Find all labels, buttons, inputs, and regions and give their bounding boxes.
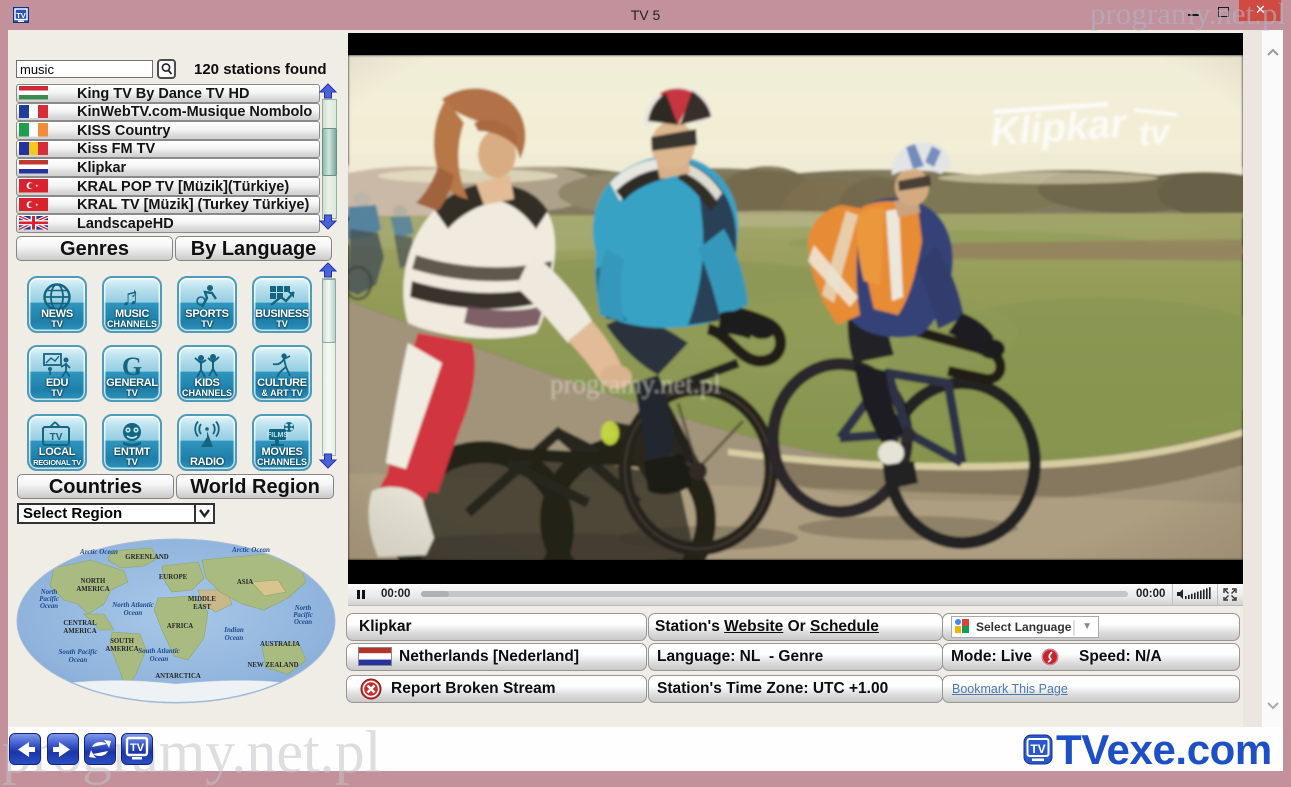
svg-text:TV: TV (16, 11, 26, 20)
svg-text:GREENLAND: GREENLAND (125, 554, 169, 561)
svg-text:TV: TV (1030, 742, 1045, 756)
svg-text:Ocean: Ocean (69, 656, 88, 664)
svg-text:AMERICA: AMERICA (105, 646, 138, 653)
svg-text:FILMS: FILMS (267, 432, 288, 439)
svg-text:Pacific: Pacific (293, 612, 313, 619)
svg-text:♪: ♪ (131, 285, 138, 300)
svg-text:Ocean: Ocean (294, 619, 312, 626)
svg-text:ASIA: ASIA (237, 579, 253, 586)
svg-text:AMERICA: AMERICA (76, 586, 109, 593)
svg-text:South Pacific: South Pacific (58, 648, 97, 656)
svg-text:Arctic Ocean: Arctic Ocean (79, 548, 118, 556)
svg-text:EUROPE: EUROPE (159, 574, 188, 581)
svg-text:TV: TV (50, 432, 63, 443)
svg-text:SOUTH: SOUTH (110, 638, 135, 645)
svg-text:Ocean: Ocean (40, 603, 58, 610)
svg-text:Indian: Indian (223, 626, 244, 634)
svg-text:MIDDLE: MIDDLE (188, 596, 216, 603)
svg-text:G: G (122, 352, 142, 380)
svg-text:Pacific: Pacific (39, 596, 59, 603)
svg-text:Ocean: Ocean (124, 609, 143, 617)
svg-text:ANTARCTICA: ANTARCTICA (155, 673, 201, 680)
svg-text:Ocean: Ocean (150, 655, 169, 663)
svg-text:AUSTRALIA: AUSTRALIA (260, 641, 300, 648)
svg-text:AMERICA: AMERICA (63, 628, 96, 635)
svg-text:NEW ZEALAND: NEW ZEALAND (247, 662, 298, 669)
svg-text:NORTH: NORTH (81, 578, 106, 585)
svg-text:CENTRAL: CENTRAL (63, 620, 97, 627)
svg-text:EAST: EAST (193, 604, 211, 611)
svg-text:North: North (294, 605, 312, 612)
svg-text:North Atlantic: North Atlantic (111, 601, 154, 609)
svg-text:Arctic Ocean: Arctic Ocean (231, 546, 270, 554)
svg-text:AFRICA: AFRICA (167, 623, 194, 630)
svg-text:Ocean: Ocean (225, 634, 244, 642)
svg-text:South Atlantic: South Atlantic (138, 647, 180, 655)
svg-text:TV: TV (130, 742, 145, 754)
svg-text:North: North (40, 589, 58, 596)
